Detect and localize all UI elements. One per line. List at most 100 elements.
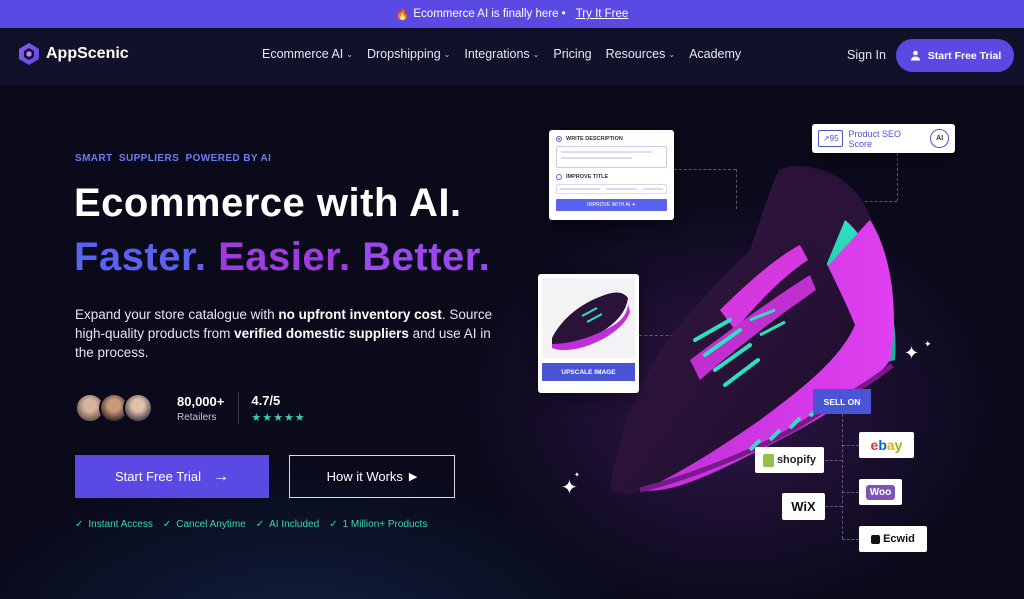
sparkle-icon: ✦ — [574, 472, 580, 479]
feature-item: ✓ 1 Million+ Products — [329, 519, 427, 530]
ebay-letter: a — [886, 437, 895, 453]
shoe-thumbnail-icon — [552, 292, 630, 351]
start-free-trial-button[interactable]: Start Free Trial → — [75, 455, 269, 498]
feature-label: Cancel Anytime — [176, 519, 246, 530]
avatar — [123, 393, 153, 423]
text-line — [606, 188, 637, 190]
menu-item-dropshipping[interactable]: Dropshipping ⌄ — [367, 47, 450, 61]
shopify-label: shopify — [776, 454, 817, 466]
connector-line — [825, 506, 842, 507]
text-line — [560, 188, 601, 190]
menu-item-label: Academy — [689, 47, 742, 61]
nav-start-free-trial-button[interactable]: Start Free Trial — [896, 39, 1014, 72]
woo-label: Woo — [865, 484, 896, 500]
how-it-works-button[interactable]: How it Works ▶ — [289, 455, 455, 498]
announcement-bar: 🔥 Ecommerce AI is finally here • Try It … — [0, 0, 1024, 28]
feature-label: 1 Million+ Products — [342, 519, 428, 530]
rating-value: 4.7/5 — [251, 392, 281, 408]
ebay-letter: y — [894, 437, 903, 453]
chevron-down-icon: ⌄ — [346, 49, 353, 59]
hero-section: SMART SUPPLIERS POWERED BY AI Ecommerce … — [0, 85, 1024, 599]
arrow-right-icon: → — [212, 467, 229, 485]
desc-bold: no upfront inventory cost — [278, 307, 442, 322]
seo-score-label: Product SEO Score — [848, 128, 902, 149]
divider — [238, 392, 240, 424]
retailers-label: Retailers — [177, 411, 217, 423]
menu-item-label: Resources — [605, 47, 666, 61]
desc-text: Expand your store catalogue with — [75, 307, 279, 322]
option-label: WRITE DESCRIPTION — [566, 136, 623, 142]
user-group-icon — [910, 50, 920, 61]
ai-badge-label: AI — [936, 135, 944, 142]
desc-bold: verified domestic suppliers — [234, 326, 409, 341]
start-free-trial-label: Start Free Trial — [115, 469, 201, 484]
logo[interactable]: AppScenic — [18, 42, 129, 66]
menu-item-pricing[interactable]: Pricing — [553, 47, 591, 61]
feature-item: ✓ Instant Access — [75, 519, 153, 530]
menu-item-ecommerce-ai[interactable]: Ecommerce AI ⌄ — [262, 47, 353, 61]
title-preview — [556, 184, 667, 194]
hero-title: Ecommerce with AI. — [74, 181, 462, 225]
wix-logo: WiX — [782, 493, 825, 520]
menu-item-resources[interactable]: Resources ⌄ — [606, 47, 675, 61]
feature-label: Instant Access — [88, 519, 153, 530]
menu-item-academy[interactable]: Academy — [689, 47, 741, 61]
radio-unselected-icon — [556, 174, 562, 180]
ebay-letter: e — [870, 437, 879, 453]
retailers-count: 80,000+ — [177, 393, 225, 409]
chevron-down-icon: ⌄ — [443, 49, 451, 59]
feature-label: AI Included — [269, 519, 320, 530]
check-icon: ✓ — [162, 519, 172, 530]
write-description-option: WRITE DESCRIPTION — [556, 136, 667, 142]
trend-up-icon: ↗ — [822, 134, 830, 143]
brand-name: AppScenic — [46, 45, 129, 62]
improve-title-option: IMPROVE TITLE — [556, 174, 667, 180]
avatar-group — [75, 393, 153, 423]
sell-on-badge: SELL ON — [813, 389, 871, 414]
subtitle-word-faster: Faster. — [74, 235, 207, 279]
nav-cta-label: Start Free Trial — [927, 49, 1002, 62]
top-navigation: AppScenic Ecommerce AI ⌄ Dropshipping ⌄ … — [0, 28, 1024, 85]
ebay-logo: ebay — [859, 432, 914, 458]
menu-item-label: Ecommerce AI — [262, 47, 344, 61]
chevron-down-icon: ⌄ — [668, 49, 676, 59]
hero-description: Expand your store catalogue with no upfr… — [75, 305, 495, 362]
shopify-bag-icon — [762, 453, 774, 467]
hero-subtitle: Faster. Easier. Better. — [74, 235, 490, 280]
main-menu: Ecommerce AI ⌄ Dropshipping ⌄ Integratio… — [262, 47, 741, 61]
retailers-stat: 80,000+ Retailers — [177, 394, 224, 423]
menu-item-integrations[interactable]: Integrations ⌄ — [464, 47, 539, 61]
ecwid-logo: Ecwid — [859, 526, 927, 552]
feature-item: ✓ Cancel Anytime — [163, 519, 246, 530]
ai-badge-icon: AI — [930, 129, 949, 148]
play-icon: ▶ — [408, 471, 418, 483]
seo-score-value: 95 — [829, 134, 839, 143]
check-icon: ✓ — [329, 519, 338, 530]
seo-score-badge: ↗ 95 — [818, 130, 844, 147]
sign-in-link[interactable]: Sign In — [847, 48, 886, 62]
connector-line — [842, 539, 859, 540]
description-preview — [556, 146, 667, 168]
hero-eyebrow: SMART SUPPLIERS POWERED BY AI — [75, 153, 272, 164]
rating-stat: 4.7/5 ★★★★★ — [251, 393, 305, 424]
appscenic-logo-icon — [19, 43, 39, 65]
ecwid-label: Ecwid — [883, 533, 915, 545]
write-description-card: WRITE DESCRIPTION IMPROVE TITLE IMPROVE … — [549, 130, 674, 220]
try-it-free-link[interactable]: Try It Free — [576, 8, 629, 20]
flame-icon: 🔥 — [395, 8, 410, 21]
upscale-image-card: UPSCALE IMAGE — [538, 274, 639, 393]
sparkle-icon: ✦ — [904, 343, 920, 363]
text-line — [561, 157, 632, 159]
how-it-works-label: How it Works — [326, 469, 403, 484]
check-icon: ✓ — [75, 519, 84, 530]
subtitle-word-easier: Easier. — [218, 235, 351, 279]
improve-with-ai-button: IMPROVE WITH AI ✦ — [556, 199, 667, 211]
feature-item: ✓ AI Included — [256, 519, 319, 530]
shoe-thumbnail — [542, 278, 635, 358]
menu-item-label: Integrations — [464, 47, 530, 61]
ebay-letter: b — [878, 437, 887, 453]
text-line — [642, 188, 663, 190]
shopify-logo: shopify — [755, 447, 824, 473]
seo-score-card: ↗ 95 Product SEO Score AI — [812, 124, 955, 153]
chevron-down-icon: ⌄ — [532, 49, 540, 59]
